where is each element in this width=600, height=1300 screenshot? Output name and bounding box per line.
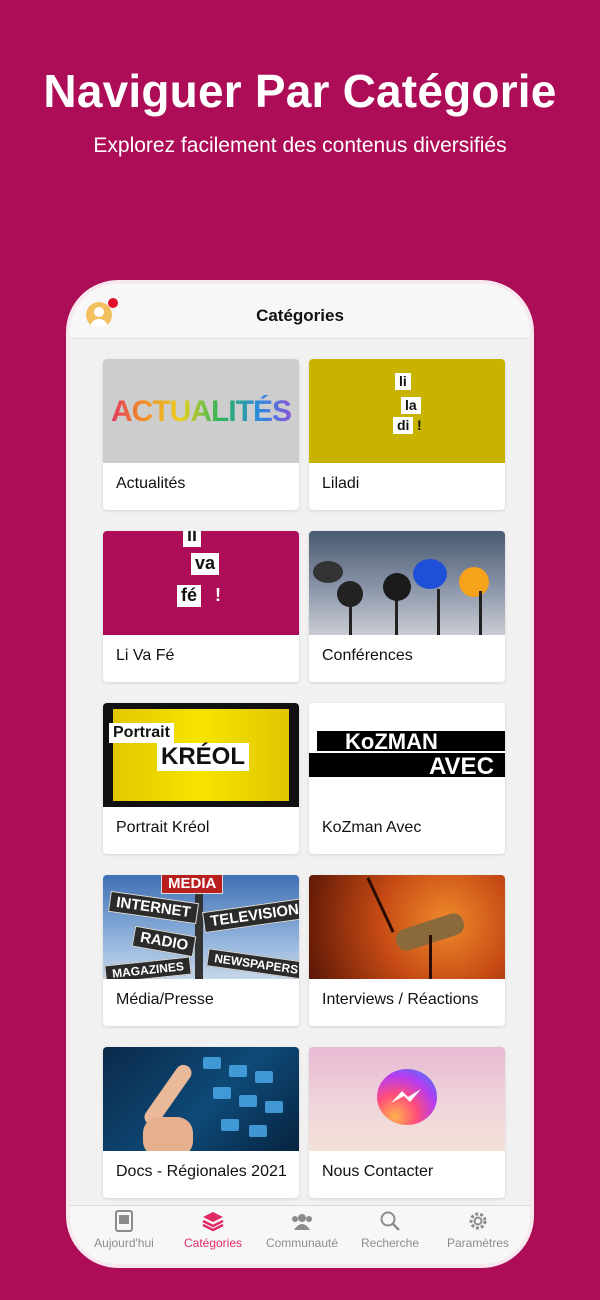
category-card-nous-contacter[interactable]: Nous Contacter bbox=[309, 1047, 505, 1198]
category-label: Nous Contacter bbox=[322, 1163, 434, 1180]
gear-icon bbox=[432, 1210, 524, 1234]
tab-parametres[interactable]: Paramètres bbox=[432, 1210, 524, 1250]
category-card-kozman-avec[interactable]: KoZMAN AVEC KoZman Avec bbox=[309, 703, 505, 854]
people-icon bbox=[256, 1210, 348, 1234]
category-thumbnail bbox=[309, 875, 505, 979]
category-card-media-presse[interactable]: MEDIA INTERNET TELEVISION RADIO NEWSPAPE… bbox=[103, 875, 299, 1026]
category-thumbnail: li la di ! bbox=[309, 359, 505, 463]
tab-bar: Aujourd'hui Catégories Communauté Recher… bbox=[70, 1205, 530, 1264]
category-thumbnail: KoZMAN AVEC bbox=[309, 703, 505, 807]
category-card-interviews-reactions[interactable]: Interviews / Réactions bbox=[309, 875, 505, 1026]
category-thumbnail: ACTUALITÉS bbox=[103, 359, 299, 463]
page-title: Catégories bbox=[256, 306, 344, 325]
category-thumbnail: li va fé ! bbox=[103, 531, 299, 635]
layers-icon bbox=[167, 1210, 259, 1234]
category-card-li-va-fe[interactable]: li va fé ! Li Va Fé bbox=[103, 531, 299, 682]
tab-communaute[interactable]: Communauté bbox=[256, 1210, 348, 1250]
messenger-icon bbox=[377, 1069, 437, 1125]
category-card-portrait-kreol[interactable]: Portrait KRÉOL Portrait Kréol bbox=[103, 703, 299, 854]
category-label: Conférences bbox=[322, 647, 413, 664]
tab-recherche[interactable]: Recherche bbox=[344, 1210, 436, 1250]
promo-headline: Naviguer Par Catégorie bbox=[43, 65, 557, 117]
category-label: Actualités bbox=[116, 475, 186, 492]
category-card-liladi[interactable]: li la di ! Liladi bbox=[309, 359, 505, 510]
category-card-docs-regionales-2021[interactable]: Docs - Régionales 2021 bbox=[103, 1047, 299, 1198]
category-thumbnail bbox=[103, 1047, 299, 1151]
category-label: Portrait Kréol bbox=[116, 819, 210, 836]
category-card-conferences[interactable]: Conférences bbox=[309, 531, 505, 682]
tab-aujourdhui[interactable]: Aujourd'hui bbox=[78, 1210, 170, 1250]
category-thumbnail bbox=[309, 1047, 505, 1151]
category-label: Média/Presse bbox=[116, 991, 214, 1008]
navigation-bar: Catégories bbox=[70, 284, 530, 339]
category-label: Interviews / Réactions bbox=[322, 991, 479, 1008]
category-label: Li Va Fé bbox=[116, 647, 175, 664]
promo-subline: Explorez facilement des contenus diversi… bbox=[93, 134, 507, 157]
category-thumbnail bbox=[309, 531, 505, 635]
tab-categories[interactable]: Catégories bbox=[167, 1210, 259, 1250]
category-card-actualites[interactable]: ACTUALITÉS Actualités bbox=[103, 359, 299, 510]
phone-frame: Catégories ACTUALITÉS Actualités li la d… bbox=[70, 284, 530, 1264]
category-thumbnail: Portrait KRÉOL bbox=[103, 703, 299, 807]
categories-list[interactable]: ACTUALITÉS Actualités li la di ! Liladi … bbox=[70, 339, 530, 1205]
category-label: Docs - Régionales 2021 bbox=[116, 1163, 287, 1180]
category-label: Liladi bbox=[322, 475, 360, 492]
newspaper-icon bbox=[78, 1210, 170, 1234]
category-thumbnail: MEDIA INTERNET TELEVISION RADIO NEWSPAPE… bbox=[103, 875, 299, 979]
category-label: KoZman Avec bbox=[322, 819, 422, 836]
search-icon bbox=[344, 1210, 436, 1234]
